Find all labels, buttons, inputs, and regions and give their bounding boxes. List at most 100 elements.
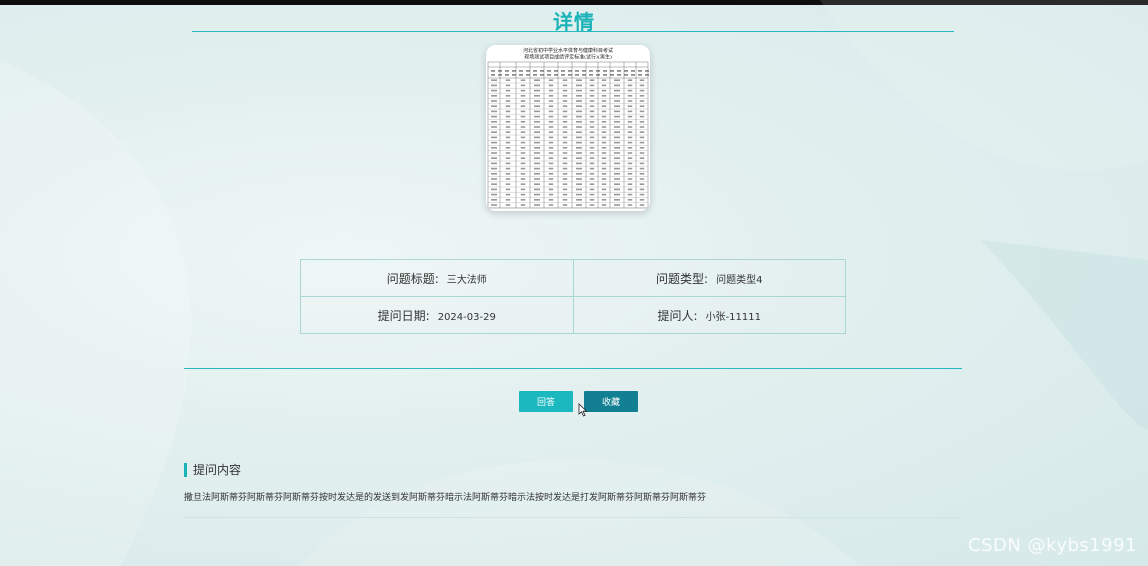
image-cell-mark: [576, 204, 582, 206]
image-cell-mark: [562, 199, 568, 201]
image-header-mark: [526, 74, 530, 76]
image-cell-mark: [627, 100, 633, 102]
image-cell-mark: [491, 84, 497, 87]
image-cell-mark: [534, 141, 540, 144]
image-cell-mark: [548, 121, 554, 123]
image-header-mark: [568, 70, 572, 72]
image-cell-mark: [589, 173, 595, 175]
image-cell-mark: [505, 167, 511, 170]
image-cell-mark: [491, 173, 497, 175]
image-cell-mark: [639, 188, 645, 191]
image-cell-mark: [627, 173, 633, 175]
image-cell-mark: [491, 157, 497, 159]
image-header-mark: [575, 74, 579, 76]
image-cell-mark: [491, 110, 497, 113]
image-cell-mark: [589, 204, 595, 206]
favorite-button[interactable]: 收藏: [584, 391, 638, 412]
image-cell-mark: [614, 193, 620, 196]
image-cell-mark: [576, 188, 582, 191]
image-cell-mark: [520, 126, 526, 128]
image-cell-mark: [520, 89, 526, 92]
image-cell-mark: [505, 79, 511, 81]
image-cell-mark: [491, 167, 497, 170]
image-cell-mark: [601, 162, 607, 165]
image-cell-mark: [627, 183, 633, 185]
image-cell-mark: [505, 121, 511, 123]
image-cell-mark: [562, 167, 568, 170]
image-cell-mark: [534, 188, 540, 191]
image-caption-line1: 河北省初中学业水平体育与健康科目考试: [523, 47, 613, 54]
image-cell-mark: [505, 126, 511, 128]
image-cell-mark: [548, 183, 554, 185]
image-header-mark: [533, 74, 537, 76]
image-cell-mark: [639, 100, 645, 102]
image-cell-mark: [576, 136, 582, 139]
image-cell-mark: [614, 115, 620, 118]
image-cell-mark: [491, 121, 497, 123]
image-cell-mark: [576, 121, 582, 123]
image-cell-mark: [589, 84, 595, 87]
image-cell-mark: [639, 157, 645, 159]
image-cell-mark: [562, 131, 568, 133]
image-cell-mark: [562, 204, 568, 206]
image-cell-mark: [548, 131, 554, 133]
question-image[interactable]: 河北省初中学业水平体育与健康科目考试 现场测试项目成绩评定标准(试行)(男生): [486, 45, 650, 211]
image-cell-mark: [505, 136, 511, 139]
image-cell-mark: [534, 193, 540, 196]
image-cell-mark: [614, 173, 620, 175]
image-cell-mark: [505, 157, 511, 159]
image-cell-mark: [627, 204, 633, 206]
image-cell-mark: [534, 162, 540, 165]
image-cell-mark: [589, 162, 595, 165]
image-cell-mark: [601, 100, 607, 102]
image-cell-mark: [601, 95, 607, 97]
image-cell-mark: [505, 110, 511, 113]
question-content-text: 撒旦法阿斯蒂芬阿斯蒂芬阿斯蒂芬按时发达是的发送到发阿斯蒂芬暗示法阿斯蒂芬暗示法按…: [184, 493, 707, 503]
image-cell-mark: [548, 95, 554, 97]
image-cell-mark: [576, 167, 582, 170]
image-header-mark: [554, 70, 558, 72]
image-cell-mark: [548, 167, 554, 170]
image-cell-mark: [562, 162, 568, 165]
image-cell-mark: [520, 121, 526, 123]
image-cell-mark: [614, 89, 620, 92]
image-cell-mark: [589, 89, 595, 92]
image-cell-mark: [639, 79, 645, 81]
image-cell-mark: [589, 136, 595, 139]
question-type-value: 问题类型4: [716, 274, 763, 286]
image-header-mark: [638, 74, 642, 76]
question-title-cell: 问题标题: 三大法师: [300, 259, 574, 297]
image-cell-mark: [627, 126, 633, 128]
image-cell-mark: [562, 157, 568, 159]
image-cell-mark: [520, 100, 526, 102]
image-cell-mark: [505, 199, 511, 201]
image-cell-mark: [576, 79, 582, 81]
image-cell-mark: [548, 188, 554, 191]
image-cell-mark: [639, 178, 645, 180]
image-cell-mark: [505, 147, 511, 149]
image-cell-mark: [548, 110, 554, 113]
image-cell-mark: [601, 204, 607, 206]
image-cell-mark: [601, 183, 607, 185]
image-cell-mark: [520, 167, 526, 170]
image-cell-mark: [491, 100, 497, 102]
image-cell-mark: [614, 157, 620, 159]
image-cell-mark: [627, 199, 633, 201]
image-cell-mark: [491, 136, 497, 139]
image-cell-mark: [576, 147, 582, 149]
image-cell-mark: [601, 152, 607, 154]
image-cell-mark: [601, 84, 607, 87]
answer-button[interactable]: 回答: [519, 391, 573, 412]
image-cell-mark: [639, 199, 645, 201]
image-cell-mark: [520, 188, 526, 191]
image-cell-mark: [576, 84, 582, 87]
image-cell-mark: [589, 178, 595, 180]
image-cell-mark: [601, 79, 607, 81]
image-cell-mark: [589, 167, 595, 170]
score-table-image: 河北省初中学业水平体育与健康科目考试 现场测试项目成绩评定标准(试行)(男生): [486, 45, 650, 211]
image-cell-mark: [520, 173, 526, 175]
image-cell-mark: [548, 84, 554, 87]
image-cell-mark: [639, 193, 645, 196]
image-header-mark: [540, 70, 544, 72]
image-cell-mark: [614, 121, 620, 123]
